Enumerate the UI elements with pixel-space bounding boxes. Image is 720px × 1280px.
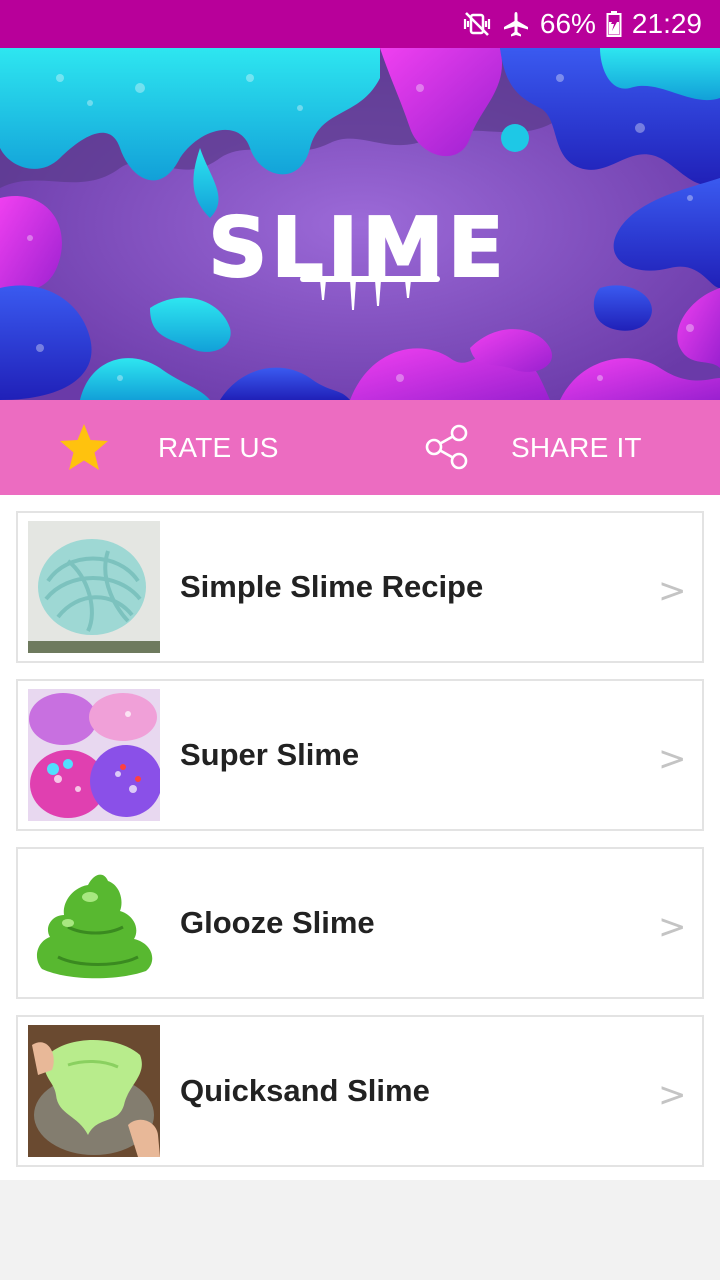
star-icon [58, 422, 110, 477]
glooze-slime-thumbnail [28, 857, 160, 989]
chevron-right-icon: > [658, 739, 687, 779]
battery-icon [606, 10, 622, 38]
rate-us-label: RATE US [158, 432, 279, 463]
share-it-label: SHARE IT [511, 432, 642, 463]
slime-banner: SLIME [0, 48, 720, 400]
recipe-title: Simple Slime Recipe [180, 569, 484, 604]
action-bar: RATE US SHARE IT [0, 400, 720, 495]
airplane-icon [502, 10, 530, 38]
chevron-right-icon: > [658, 1075, 687, 1115]
recipe-item-quicksand-slime[interactable]: Quicksand Slime > [16, 1015, 704, 1167]
share-it-button[interactable]: SHARE IT [360, 400, 720, 495]
simple-slime-thumbnail [28, 521, 160, 653]
status-bar: 66% 21:29 [0, 0, 720, 48]
quicksand-slime-thumbnail [28, 1025, 160, 1157]
recipe-item-simple-slime[interactable]: Simple Slime Recipe > [16, 511, 704, 663]
recipe-title: Super Slime [180, 737, 360, 772]
recipe-title: Quicksand Slime [180, 1073, 430, 1108]
slime-banner-art: SLIME [0, 48, 720, 400]
recipe-list: Simple Slime Recipe > Super Slime > Gloo… [0, 495, 720, 1180]
chevron-right-icon: > [658, 907, 687, 947]
super-slime-thumbnail [28, 689, 160, 821]
recipe-title: Glooze Slime [180, 905, 375, 940]
recipe-item-glooze-slime[interactable]: Glooze Slime > [16, 847, 704, 999]
share-icon [422, 422, 472, 477]
chevron-right-icon: > [658, 571, 687, 611]
clock: 21:29 [631, 8, 702, 39]
battery-percent: 66% [539, 8, 596, 39]
recipe-item-super-slime[interactable]: Super Slime > [16, 679, 704, 831]
rate-us-button[interactable]: RATE US [0, 400, 360, 495]
vibrate-mute-icon [462, 10, 492, 38]
